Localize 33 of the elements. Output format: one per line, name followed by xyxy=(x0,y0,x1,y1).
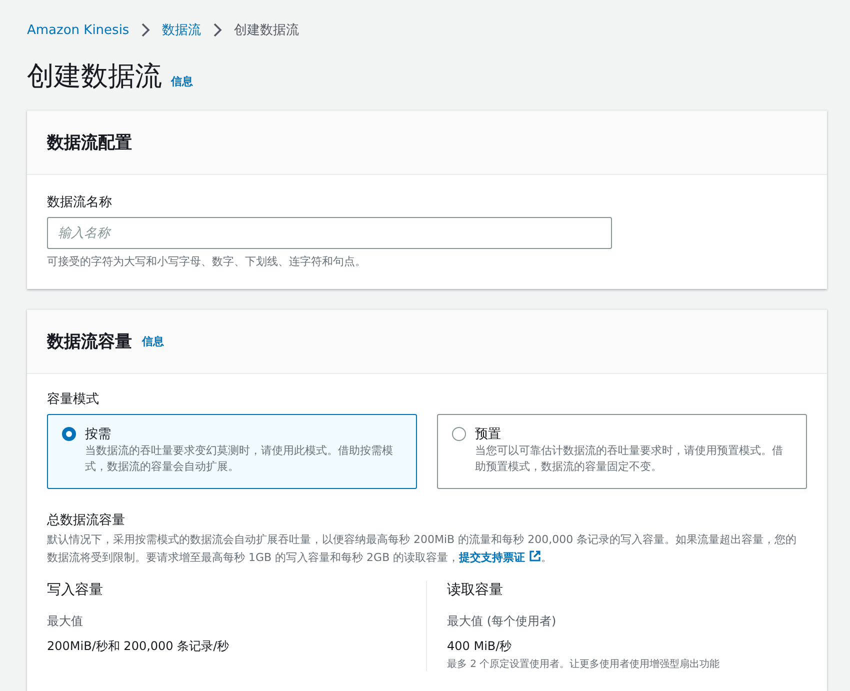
name-input-field[interactable]: 输入名称 xyxy=(47,217,612,249)
field-label: 数据流名称 xyxy=(47,194,113,211)
field-label: 容量模式 xyxy=(47,391,100,408)
info-link[interactable]: 信息 xyxy=(142,334,164,349)
option-label: 预置 xyxy=(475,426,502,443)
capacity-value: 200MiB/秒和 200,000 条记录/秒 xyxy=(47,638,230,655)
panel-title: 数据流容量 xyxy=(47,331,132,353)
capacity-mode-option[interactable]: 按需 当数据流的吞吐量要求变幻莫测时，请使用此模式。借助按需模式，数据流的容量会自动扩展。 xyxy=(47,414,417,489)
panel-title: 数据流配置 xyxy=(47,132,132,154)
capacity-mode-option[interactable]: 预置 当您可以可靠估计数据流的吞吐量要求时，请使用预置模式。借助预置模式，数据流的容量固定不变。 xyxy=(437,414,807,489)
chevron-right-icon xyxy=(213,23,222,37)
value-label: 最大值 (每个使用者) xyxy=(447,613,558,630)
page-title: 创建数据流 xyxy=(27,60,162,94)
current-page-label: 创建数据流 xyxy=(234,22,300,39)
section-title: 总数据流容量 xyxy=(47,512,126,529)
breadcrumb-link[interactable]: 数据流 xyxy=(162,21,202,39)
field-hint: 可接受的字符为大写和小写字母、数字、下划线、连字符和句点。 xyxy=(47,254,367,269)
capacity-description: 默认情况下，采用按需模式的数据流会自动扩展吞吐量，以便容纳最高每秒 200MiB 的流量和每秒 200,000 条记录的写入容量。如果流量超出容量，您的数据流将受到限制。要请求增至最高每秒 1GB 的写入容量和每秒 2GB 的读取容量，提交支持票证 。 xyxy=(47,532,798,566)
info-link[interactable]: 信息 xyxy=(171,74,193,89)
option-label: 按需 xyxy=(85,426,112,443)
external-link-icon xyxy=(528,550,541,562)
option-description: 当数据流的吞吐量要求变幻莫测时，请使用此模式。借助按需模式，数据流的容量会自动扩展。 xyxy=(85,443,394,475)
breadcrumb-link[interactable]: Amazon Kinesis xyxy=(27,22,130,38)
radio-button[interactable] xyxy=(62,427,76,441)
chevron-right-icon xyxy=(141,23,150,37)
radio-button[interactable] xyxy=(452,427,466,441)
capacity-value: 400 MiB/秒 xyxy=(447,638,513,655)
option-description: 当您可以可靠估计数据流的吞吐量要求时，请使用预置模式。借助预置模式，数据流的容量固定不变。 xyxy=(475,443,784,475)
value-label: 最大值 xyxy=(47,613,84,630)
support-ticket-link[interactable]: 提交支持票证 xyxy=(459,551,541,564)
column-title: 读取容量 xyxy=(447,581,504,599)
value-note: 最多 2 个原定设置使用者。让更多使用者使用增强型扇出功能 xyxy=(447,658,721,671)
column-title: 写入容量 xyxy=(47,581,104,599)
